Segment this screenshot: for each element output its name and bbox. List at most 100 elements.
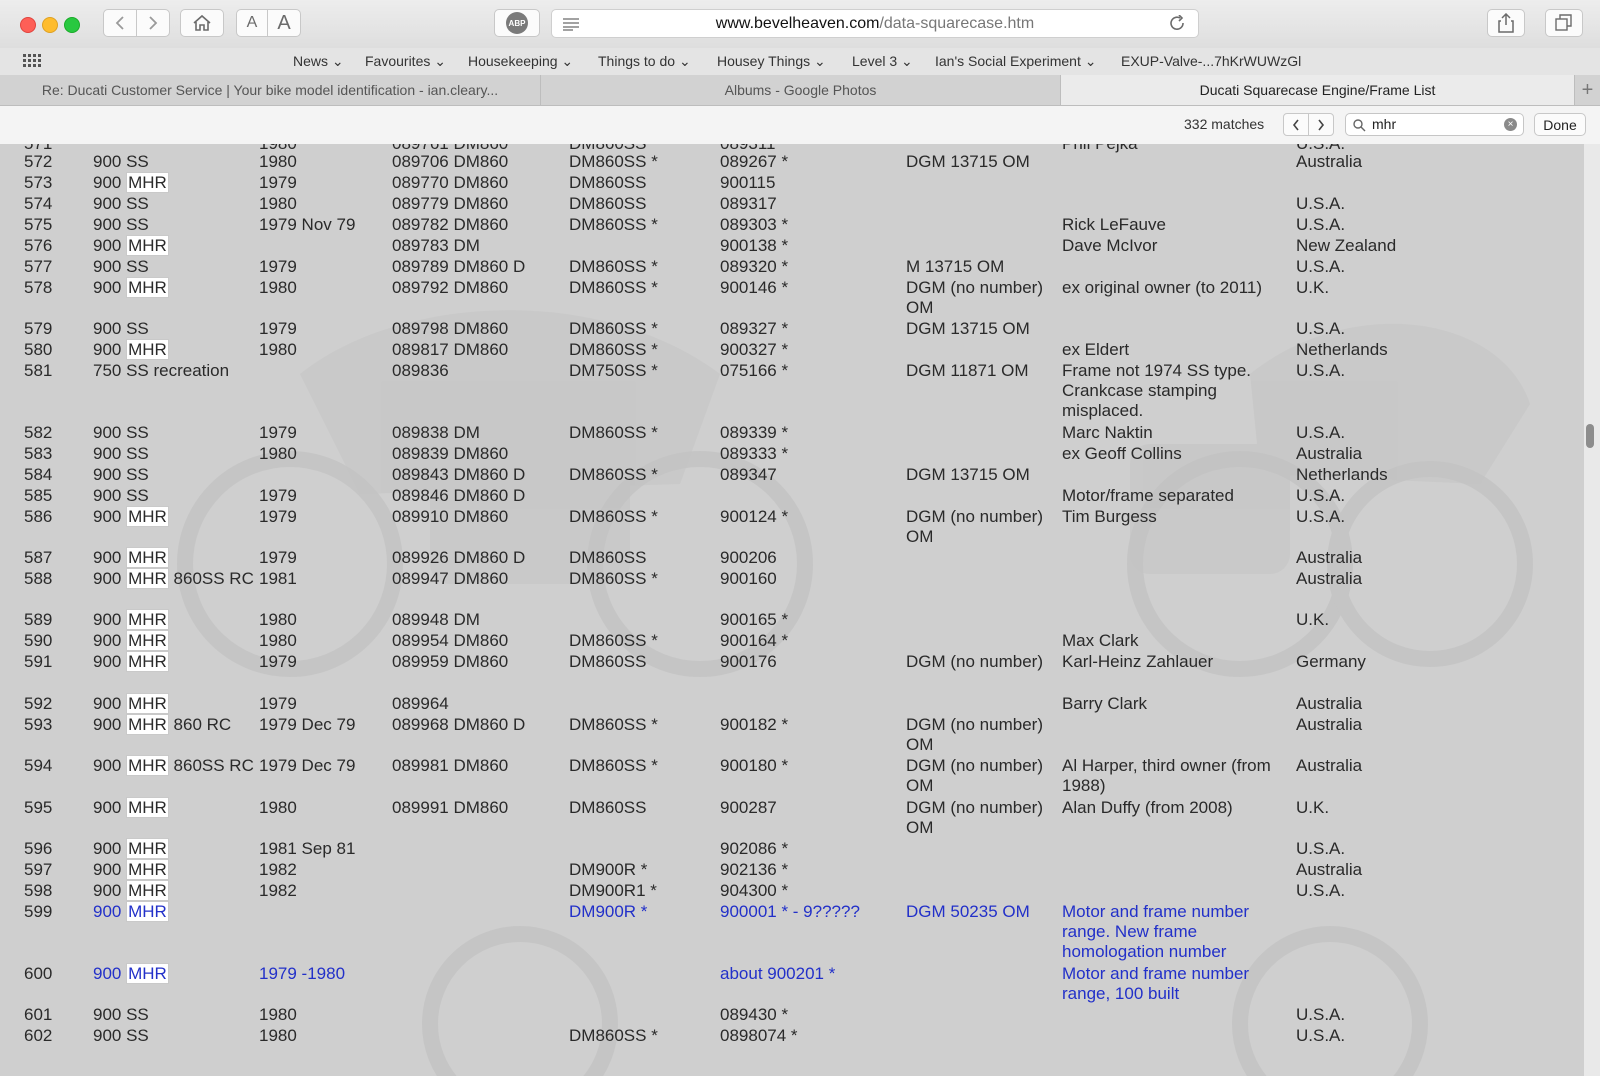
- row-year: 1979: [259, 694, 297, 713]
- row-note: Phil Pejka: [1062, 144, 1138, 154]
- row-frame-number: 900124 *: [720, 507, 789, 526]
- show-tabs-button[interactable]: [1545, 9, 1583, 37]
- row-country: U.K.: [1296, 610, 1330, 629]
- row-number: 597: [24, 860, 53, 879]
- share-icon: [1498, 13, 1514, 33]
- row-number: 581: [24, 361, 53, 380]
- find-match-highlight: MHR: [126, 568, 169, 589]
- vertical-scrollbar[interactable]: [1584, 144, 1600, 1076]
- row-year: 1979: [259, 652, 297, 671]
- row-year: 1982: [259, 881, 297, 900]
- fav-news[interactable]: News ⌄: [293, 53, 344, 70]
- clear-search-icon[interactable]: ×: [1504, 118, 1517, 131]
- zoom-window-button[interactable]: [64, 17, 80, 33]
- row-engine-code: DM860SS *: [569, 215, 658, 234]
- find-next-button[interactable]: [1308, 113, 1334, 136]
- address-bar[interactable]: www.bevelheaven.com/data-squarecase.htm: [551, 9, 1199, 38]
- find-done-button[interactable]: Done: [1534, 113, 1586, 136]
- row-model-prefix: 900: [93, 340, 127, 359]
- row-dgm-number: DGM 13715 OM: [906, 465, 1030, 484]
- tab-bar: Re: Ducati Customer Service | Your bike …: [0, 75, 1600, 106]
- row-engine-code: DM860SS *: [569, 756, 658, 775]
- text-larger-button[interactable]: A: [267, 9, 301, 37]
- row-number: 592: [24, 694, 53, 713]
- row-engine-number: 089991 DM860: [392, 798, 509, 817]
- row-engine-code: DM860SS *: [569, 1026, 658, 1045]
- row-country: Australia: [1296, 152, 1363, 171]
- row-number: 572: [24, 152, 53, 171]
- row-model: 900 MHR 860SS RC: [93, 568, 254, 589]
- row-year: 1980: [259, 631, 297, 650]
- row-model: 900 MHR: [93, 651, 169, 672]
- fav-social-experiment[interactable]: Ian's Social Experiment ⌄: [935, 53, 1096, 70]
- fav-level-3[interactable]: Level 3 ⌄: [852, 53, 913, 70]
- row-year: 1979: [259, 319, 297, 338]
- row-year: 1980: [259, 152, 297, 171]
- chevron-down-icon: ⌄: [331, 53, 344, 69]
- row-model: 900 MHR: [93, 172, 169, 193]
- text-larger-label: A: [277, 11, 291, 34]
- url-path: /data-squarecase.htm: [879, 15, 1035, 32]
- fav-things-to-do[interactable]: Things to do ⌄: [598, 53, 691, 70]
- row-model: 900 SS: [93, 152, 149, 171]
- find-match-highlight: MHR: [126, 963, 169, 984]
- home-button[interactable]: [180, 9, 224, 37]
- find-previous-button[interactable]: [1283, 113, 1309, 136]
- row-model-prefix: 900: [93, 839, 127, 858]
- tab-google-photos[interactable]: Albums - Google Photos: [541, 75, 1061, 105]
- row-model-prefix: 900: [93, 964, 127, 983]
- row-model: 900 MHR: [93, 859, 169, 880]
- row-engine-number: 089843 DM860 D: [392, 465, 526, 484]
- fav-housekeeping[interactable]: Housekeeping ⌄: [468, 53, 573, 70]
- text-smaller-button[interactable]: A: [236, 9, 268, 37]
- row-dgm-number: DGM (no number) OM: [906, 278, 1043, 317]
- row-dgm-number: DGM (no number) OM: [906, 756, 1043, 795]
- forward-button[interactable]: [136, 9, 170, 37]
- fav-favourites[interactable]: Favourites ⌄: [365, 53, 446, 70]
- tab-ducati-customer-service[interactable]: Re: Ducati Customer Service | Your bike …: [0, 75, 541, 105]
- find-match-highlight: MHR: [126, 901, 169, 922]
- row-engine-number: 089926 DM860 D: [392, 548, 526, 567]
- fav-social-experiment-label: Ian's Social Experiment: [935, 53, 1081, 69]
- chevron-down-icon: ⌄: [678, 53, 691, 69]
- row-frame-number: 089327 *: [720, 319, 789, 338]
- row-year: 1979: [259, 173, 297, 192]
- row-year: 1980: [259, 194, 297, 213]
- browser-toolbar: A A ABP www.bevelheaven.com/data-squarec…: [0, 0, 1600, 48]
- reload-icon[interactable]: [1170, 14, 1186, 38]
- apps-grid-icon[interactable]: [23, 54, 41, 73]
- minimize-window-button[interactable]: [42, 17, 58, 33]
- scrollbar-thumb[interactable]: [1586, 424, 1594, 448]
- new-tab-button[interactable]: +: [1575, 75, 1600, 105]
- row-frame-number: 089339 *: [720, 423, 789, 442]
- row-year: 1980: [259, 610, 297, 629]
- row-number: 600: [24, 964, 53, 983]
- row-engine-number: 089981 DM860: [392, 756, 509, 775]
- close-window-button[interactable]: [20, 17, 36, 33]
- row-year: 1982: [259, 860, 297, 879]
- row-country: U.S.A.: [1296, 507, 1346, 526]
- fav-exup-valve[interactable]: EXUP-Valve-...7hKrWUWzGl: [1121, 53, 1301, 69]
- row-engine-code: DM860SS: [569, 652, 647, 671]
- find-match-highlight: MHR: [126, 547, 169, 568]
- row-dgm-number: M 13715 OM: [906, 257, 1005, 276]
- find-done-label: Done: [1543, 116, 1577, 133]
- row-model: 900 SS: [93, 257, 149, 276]
- row-number: 580: [24, 340, 53, 359]
- row-frame-number: 089430 *: [720, 1005, 789, 1024]
- row-engine-code: DM900R *: [569, 902, 648, 921]
- row-country: U.S.A.: [1296, 1005, 1346, 1024]
- find-input[interactable]: mhr ×: [1345, 113, 1524, 136]
- row-frame-number: 900287: [720, 798, 777, 817]
- fav-housey-things[interactable]: Housey Things ⌄: [717, 53, 826, 70]
- row-model: 900 MHR: [93, 693, 169, 714]
- tab-squarecase-list[interactable]: Ducati Squarecase Engine/Frame List: [1061, 75, 1575, 105]
- row-engine-code: DM860SS *: [569, 715, 658, 734]
- back-button[interactable]: [103, 9, 137, 37]
- row-engine-number: 089968 DM860 D: [392, 715, 526, 734]
- row-model: 900 MHR: [93, 547, 169, 568]
- row-note: Marc Naktin: [1062, 423, 1153, 442]
- adblock-button[interactable]: ABP: [494, 9, 540, 37]
- row-number: 576: [24, 236, 53, 255]
- share-button[interactable]: [1487, 9, 1525, 37]
